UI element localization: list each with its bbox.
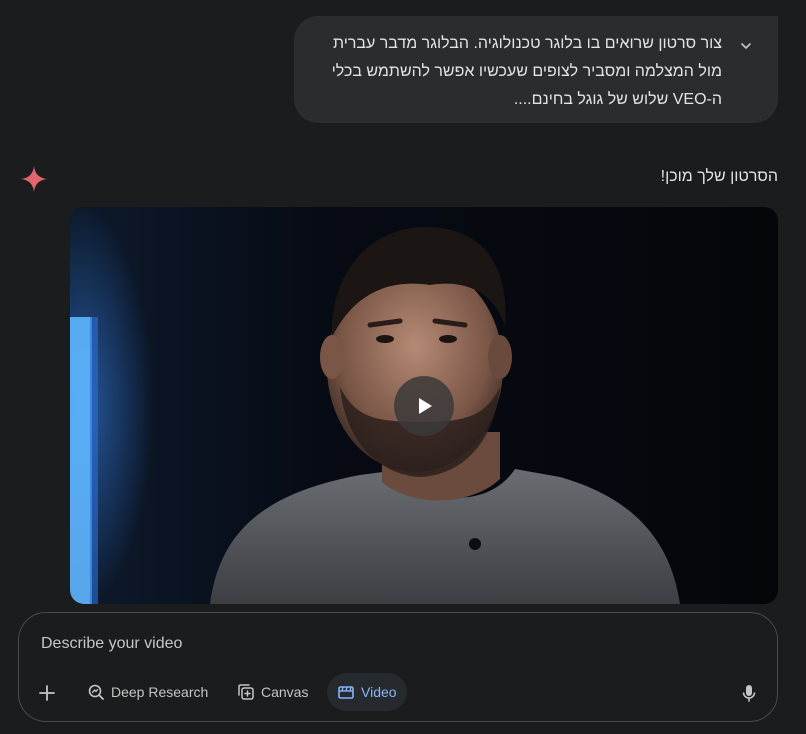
prompt-composer: Deep Research Canvas Video <box>18 612 778 722</box>
composer-toolbar: Deep Research Canvas Video <box>19 673 777 711</box>
user-message-text: צור סרטון שרואים בו בלוגר טכנולוגיה. הבל… <box>302 30 722 114</box>
video-tool-label: Video <box>361 684 397 700</box>
chevron-down-icon <box>741 43 751 49</box>
video-tool-button[interactable]: Video <box>327 673 407 711</box>
video-player[interactable] <box>70 207 778 604</box>
canvas-label: Canvas <box>261 684 309 700</box>
response-text: הסרטון שלך מוכן! <box>660 168 778 185</box>
add-plus-icon[interactable] <box>35 681 59 705</box>
user-message-line: מול המצלמה ומסביר לצופים שעכשיו אפשר להש… <box>331 63 722 80</box>
collapse-message-button[interactable] <box>736 36 756 56</box>
deep-research-icon <box>88 684 104 700</box>
deep-research-label: Deep Research <box>111 684 209 700</box>
user-message-line: ה-VEO שלוש של גוגל בחינם.... <box>513 91 722 108</box>
canvas-button[interactable]: Canvas <box>227 673 318 711</box>
user-message-line: צור סרטון שרואים בו בלוגר טכנולוגיה. הבל… <box>332 35 722 52</box>
play-button[interactable] <box>394 376 454 436</box>
gemini-spark-icon <box>21 166 47 192</box>
prompt-input[interactable] <box>39 631 723 657</box>
clapperboard-icon <box>338 686 354 699</box>
canvas-icon <box>238 684 254 700</box>
user-message-bubble: צור סרטון שרואים בו בלוגר טכנולוגיה. הבל… <box>294 16 778 123</box>
play-icon <box>419 398 432 414</box>
microphone-icon[interactable] <box>737 681 761 705</box>
deep-research-button[interactable]: Deep Research <box>77 673 218 711</box>
